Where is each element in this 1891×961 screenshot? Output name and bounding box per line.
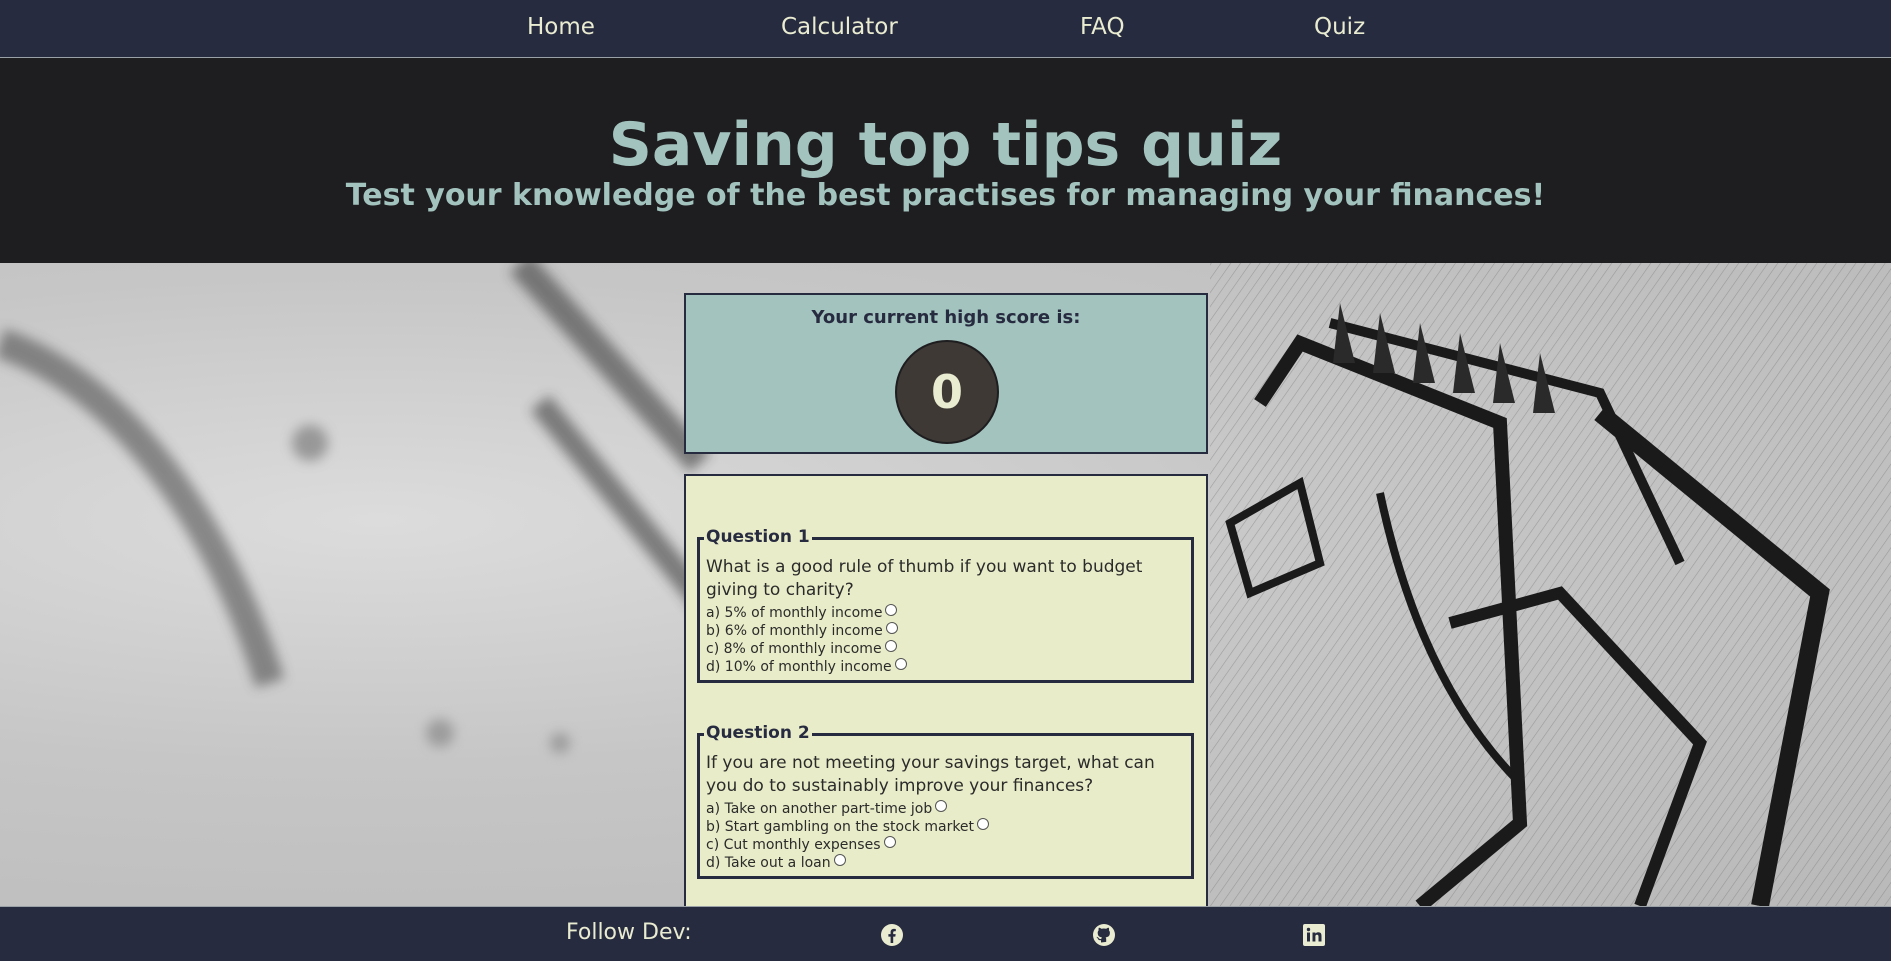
radio-button[interactable] xyxy=(885,622,898,634)
radio-button[interactable] xyxy=(884,640,897,652)
radio-button[interactable] xyxy=(977,818,990,830)
question-2-legend: Question 2 xyxy=(704,723,812,743)
high-score-value: 0 xyxy=(895,340,999,444)
question-1-legend: Question 1 xyxy=(704,527,812,547)
question-1-option-d[interactable]: d) 10% of monthly income xyxy=(706,658,907,676)
question-2-option-a[interactable]: a) Take on another part-time job xyxy=(706,800,948,818)
question-1-fieldset: Question 1 What is a good rule of thumb … xyxy=(697,527,1194,683)
nav-quiz-link[interactable]: Quiz xyxy=(1314,14,1365,40)
question-1-option-b[interactable]: b) 6% of monthly income xyxy=(706,622,898,640)
follow-dev-label: Follow Dev: xyxy=(566,920,692,945)
page-subtitle: Test your knowledge of the best practise… xyxy=(345,178,1546,213)
radio-button[interactable] xyxy=(894,658,907,670)
top-nav: Home Calculator FAQ Quiz xyxy=(0,0,1891,58)
nav-faq-link[interactable]: FAQ xyxy=(1080,14,1125,40)
page-title: Saving top tips quiz xyxy=(608,110,1283,180)
high-score-panel: Your current high score is: 0 xyxy=(684,293,1208,454)
question-2-option-c[interactable]: c) Cut monthly expenses xyxy=(706,836,896,854)
linkedin-icon[interactable] xyxy=(1302,923,1326,947)
radio-button[interactable] xyxy=(885,604,898,616)
question-2-text: If you are not meeting your savings targ… xyxy=(706,753,1155,796)
github-icon[interactable] xyxy=(1092,923,1116,947)
question-1-option-c[interactable]: c) 8% of monthly income xyxy=(706,640,897,658)
question-2-option-d[interactable]: d) Take out a loan xyxy=(706,854,846,872)
radio-button[interactable] xyxy=(935,800,948,812)
facebook-icon[interactable] xyxy=(880,923,904,947)
question-1-text: What is a good rule of thumb if you want… xyxy=(706,557,1143,600)
radio-button[interactable] xyxy=(833,854,846,866)
question-2-option-b[interactable]: b) Start gambling on the stock market xyxy=(706,818,990,836)
quiz-form: Question 1 What is a good rule of thumb … xyxy=(684,474,1208,914)
hero-banner: Saving top tips quiz Test your knowledge… xyxy=(0,58,1891,263)
question-1-option-a[interactable]: a) 5% of monthly income xyxy=(706,604,898,622)
high-score-label: Your current high score is: xyxy=(811,307,1081,328)
question-2-fieldset: Question 2 If you are not meeting your s… xyxy=(697,723,1194,879)
radio-button[interactable] xyxy=(883,836,896,848)
footer: Follow Dev: xyxy=(0,906,1891,961)
nav-calculator-link[interactable]: Calculator xyxy=(781,14,898,40)
nav-home-link[interactable]: Home xyxy=(527,14,595,40)
